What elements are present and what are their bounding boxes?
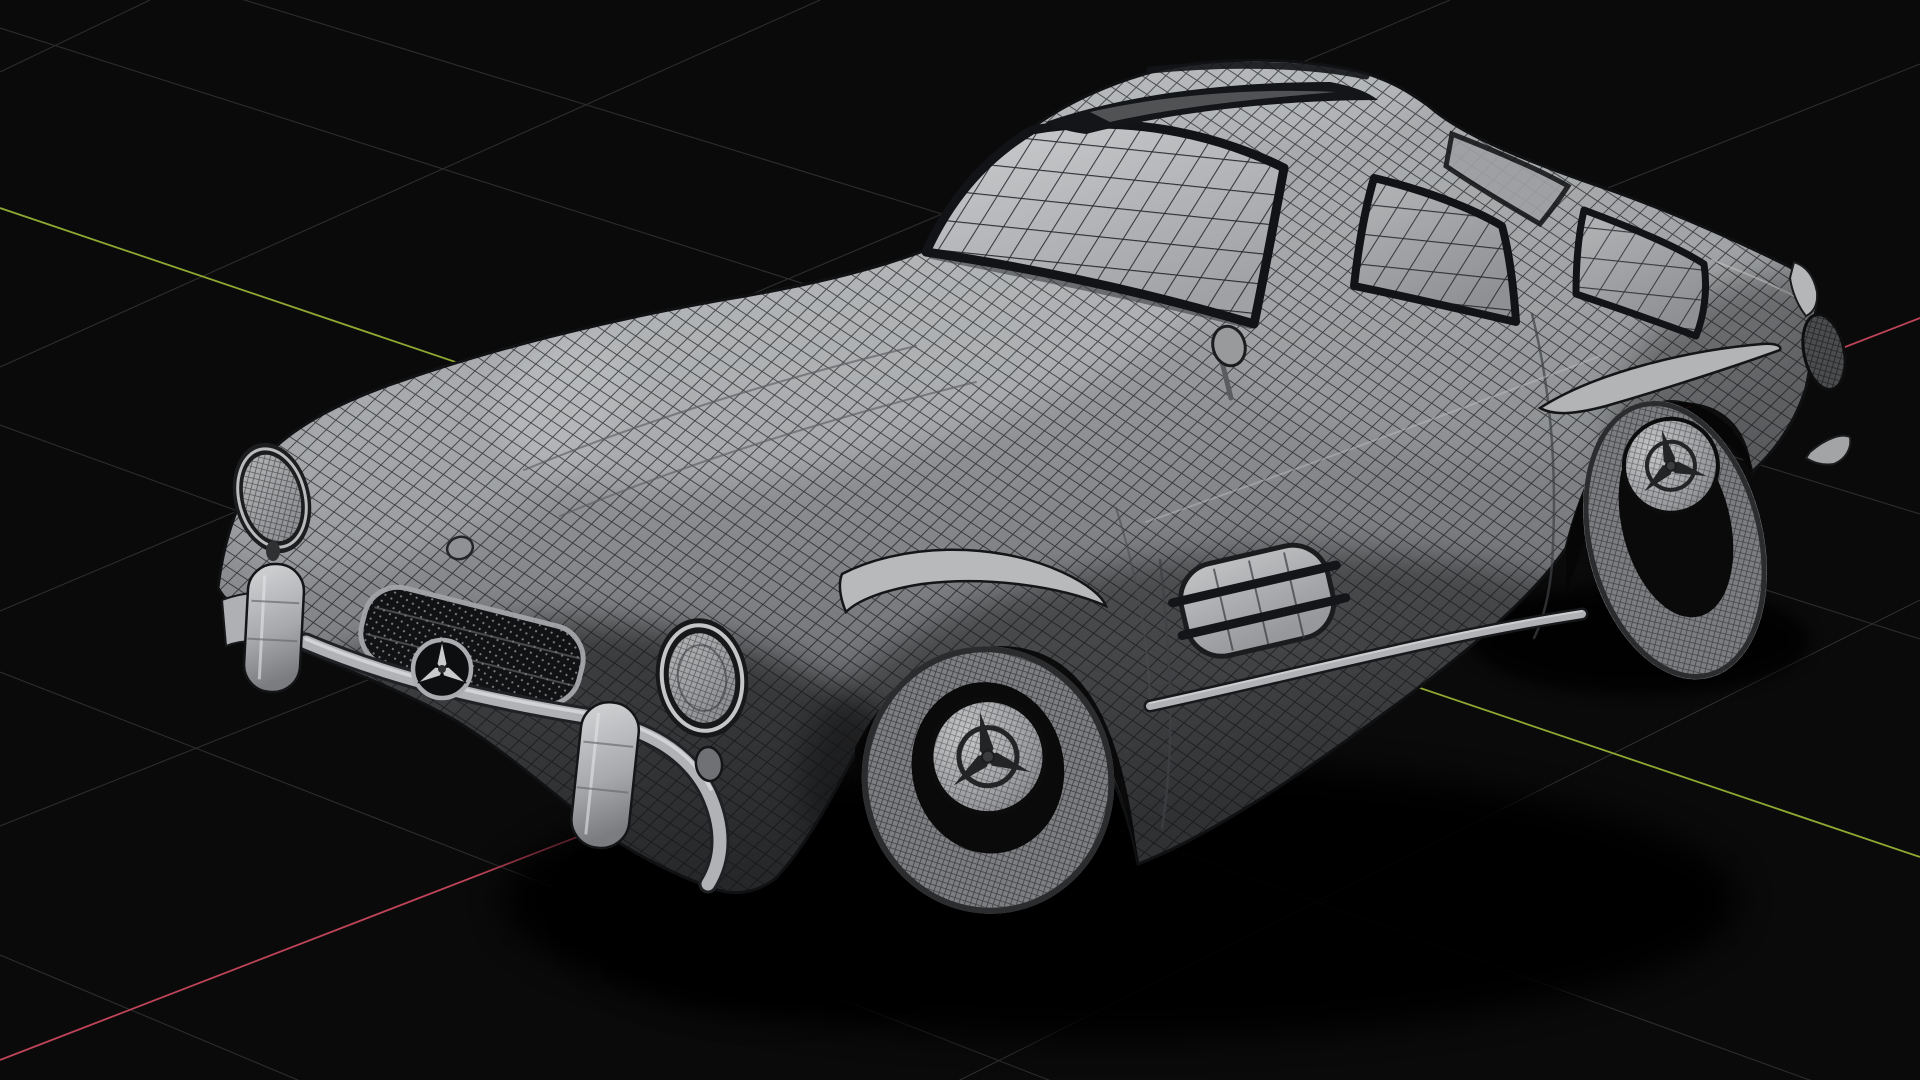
grille-star-emblem	[410, 637, 474, 701]
viewport-canvas[interactable]	[0, 0, 1920, 1080]
headlight-left-nub	[266, 541, 280, 561]
bumper-guard-left	[242, 562, 306, 694]
